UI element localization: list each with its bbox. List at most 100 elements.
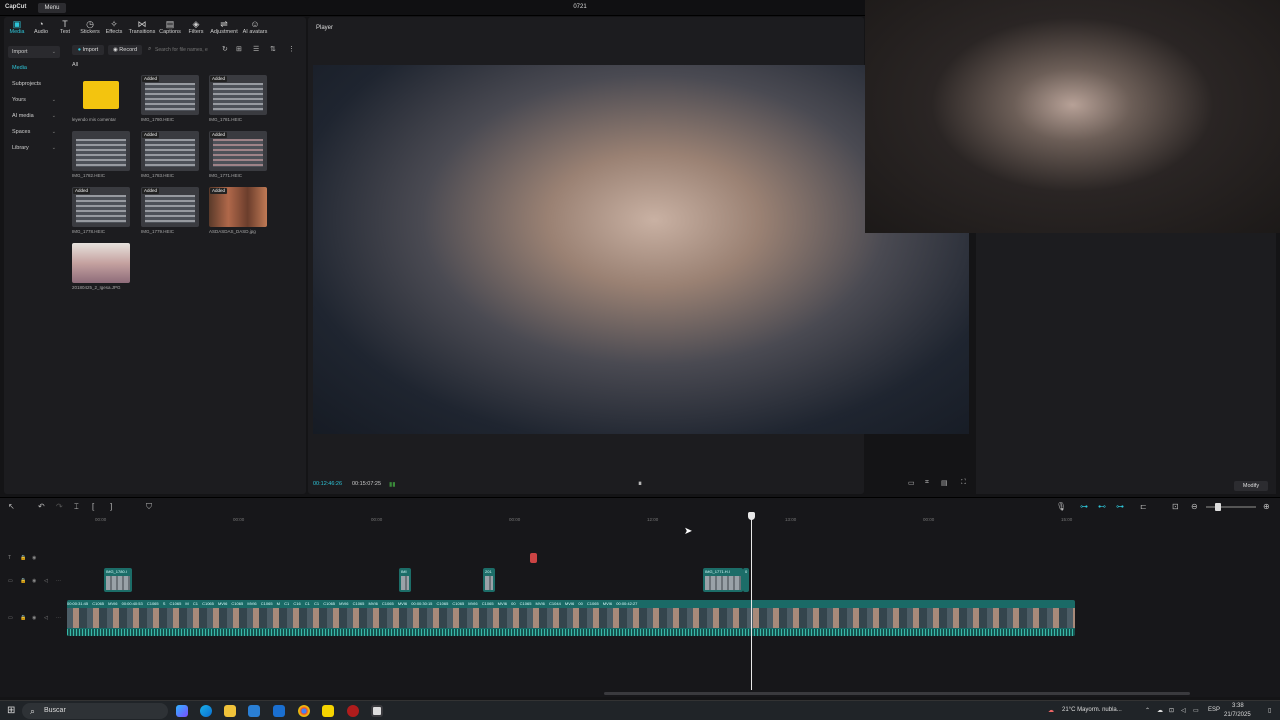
tab-ai-avatars[interactable]: ☺ AI avatars (240, 19, 270, 35)
media-item-thumb[interactable] (72, 243, 130, 283)
eye-icon[interactable]: ◉ (32, 615, 36, 621)
volume-icon[interactable]: ◁ (1181, 707, 1186, 714)
weather-text[interactable]: 21°C Mayorm. nubla... (1062, 707, 1122, 713)
media-item-thumb[interactable]: Added (72, 187, 130, 227)
timeline-settings-icon[interactable]: ⊡ (1172, 502, 1179, 511)
network-icon[interactable]: ⊡ (1169, 707, 1174, 714)
sidebar-item-yours[interactable]: Yours ⌄ (8, 94, 60, 106)
tab-effects[interactable]: ✧ Effects (101, 19, 127, 35)
grid-view-icon[interactable]: ⊞ (236, 45, 242, 53)
sort-icon[interactable]: ⇅ (270, 45, 276, 53)
redo-icon[interactable]: ↷ (56, 502, 63, 511)
language-indicator[interactable]: ESP (1208, 707, 1220, 713)
overlay-clip[interactable]: IMI (399, 568, 411, 592)
media-item-thumb[interactable]: Added (141, 187, 199, 227)
magnet-icon[interactable]: ⊶ (1080, 502, 1088, 511)
overlay-clip[interactable]: 201 (483, 568, 495, 592)
file-explorer-icon[interactable] (224, 705, 236, 717)
chrome-icon[interactable] (298, 705, 310, 717)
link-icon[interactable]: ⊷ (1098, 502, 1106, 511)
timeline-scrollbar[interactable] (604, 692, 1190, 695)
more-icon[interactable]: ⋯ (56, 615, 61, 621)
cloud-icon[interactable]: ☁ (1157, 707, 1163, 714)
sidebar-item-library[interactable]: Library ⌄ (8, 142, 60, 154)
tab-stickers[interactable]: ◷ Stickers (77, 19, 103, 35)
tab-transitions[interactable]: ⋈ Transitions (128, 19, 156, 35)
sidebar-item-media[interactable]: Media (8, 62, 60, 74)
windows-start-icon[interactable]: ⊞ (7, 705, 15, 716)
preview-axis-icon[interactable]: ⊶ (1116, 502, 1124, 511)
media-item-thumb[interactable]: Added (141, 131, 199, 171)
overlay-clip[interactable]: 0 (743, 568, 749, 592)
mute-icon[interactable]: ◁ (44, 578, 48, 584)
mute-icon[interactable]: ◁ (44, 615, 48, 621)
tab-audio[interactable]: ◔ Audio (28, 19, 54, 35)
tab-captions[interactable]: ▤ Captions (157, 19, 183, 35)
aspect-ratio-icon[interactable]: ▤ (941, 479, 948, 487)
captions-track-icon[interactable]: ⊏ (1140, 502, 1147, 511)
microphone-icon[interactable]: 🎙 (1056, 502, 1066, 511)
edge-icon[interactable] (200, 705, 212, 717)
eye-icon[interactable]: ◉ (32, 578, 36, 584)
playhead-handle[interactable] (748, 512, 755, 520)
import-button[interactable]: ● Import (72, 45, 104, 55)
clock-time[interactable]: 3:38 (1232, 703, 1244, 709)
zoom-in-icon[interactable]: ⊕ (1263, 502, 1270, 511)
record-button[interactable]: ◉ Record (108, 45, 142, 55)
fullscreen-icon[interactable]: ⛶ (961, 479, 966, 487)
playhead[interactable] (751, 514, 752, 690)
split-icon[interactable]: ⌶ (74, 502, 79, 512)
tab-media[interactable]: ▣ Media (4, 19, 30, 35)
tab-text[interactable]: T Text (52, 19, 78, 35)
media-item-thumb[interactable]: Added (209, 75, 267, 115)
more-icon[interactable]: ⋯ (56, 578, 61, 584)
crop-icon[interactable]: ⌗ (925, 479, 929, 487)
obs-icon[interactable] (347, 705, 359, 717)
undo-icon[interactable]: ↶ (38, 502, 45, 511)
media-item-thumb[interactable]: Added (209, 187, 267, 227)
media-item-thumb[interactable] (72, 131, 130, 171)
zoom-out-icon[interactable]: ⊖ (1191, 502, 1198, 511)
sidebar-item-import[interactable]: Import ⌄ (8, 46, 60, 58)
outlook-icon[interactable] (273, 705, 285, 717)
added-badge: Added (210, 188, 228, 194)
main-video-track[interactable]: 00:00:31:45 C1065 MVI6 00:00:40:53 C1065… (67, 600, 1075, 636)
trim-right-icon[interactable]: ] (110, 502, 112, 511)
media-item-thumb[interactable]: Added (209, 131, 267, 171)
overlay-clip[interactable]: IMG_1780.I (104, 568, 132, 592)
lock-icon[interactable]: 🔒 (20, 615, 26, 621)
taskbar-search[interactable]: ⌕ Buscar (22, 703, 168, 719)
shield-icon[interactable]: ⛉ (146, 502, 152, 512)
modify-button[interactable]: Modify (1234, 481, 1268, 491)
lock-icon[interactable]: 🔒 (20, 555, 26, 561)
sidebar-item-ai-media[interactable]: AI media ⌄ (8, 110, 60, 122)
refresh-icon[interactable]: ↻ (222, 45, 228, 53)
tab-adjustment[interactable]: ⇌ Adjustment (208, 19, 240, 35)
capcut-taskbar-icon[interactable] (371, 705, 383, 717)
sidebar-item-spaces[interactable]: Spaces ⌄ (8, 126, 60, 138)
filter-icon[interactable]: ☰ (253, 45, 259, 53)
captions-toggle-icon[interactable]: ▭ (908, 479, 915, 487)
overlay-clip[interactable]: IMG_1771.H.I (703, 568, 743, 592)
pause-icon[interactable]: ⏸ (638, 479, 642, 489)
clock-date[interactable]: 21/7/2025 (1224, 712, 1251, 718)
sidebar-item-subprojects[interactable]: Subprojects (8, 78, 60, 90)
copilot-icon[interactable] (176, 705, 188, 717)
lock-icon[interactable]: 🔒 (20, 578, 26, 584)
select-tool-icon[interactable]: ↖ (8, 502, 15, 511)
eye-icon[interactable]: ◉ (32, 555, 36, 561)
tab-filters[interactable]: ◈ Filters (183, 19, 209, 35)
more-options-icon[interactable]: ⋮ (288, 45, 295, 53)
sticky-notes-icon[interactable] (322, 705, 334, 717)
notification-icon[interactable]: ▯ (1268, 707, 1271, 714)
zoom-slider-handle[interactable] (1215, 503, 1221, 511)
marker[interactable] (530, 553, 537, 563)
trim-left-icon[interactable]: [ (92, 502, 94, 511)
media-item-thumb[interactable]: Added (141, 75, 199, 115)
media-item-folder[interactable] (72, 75, 130, 115)
chevron-up-icon[interactable]: ⌃ (1145, 707, 1150, 714)
search-input[interactable] (155, 45, 219, 55)
battery-icon[interactable]: ▭ (1193, 707, 1199, 714)
zoom-slider[interactable] (1206, 506, 1256, 508)
store-icon[interactable] (248, 705, 260, 717)
